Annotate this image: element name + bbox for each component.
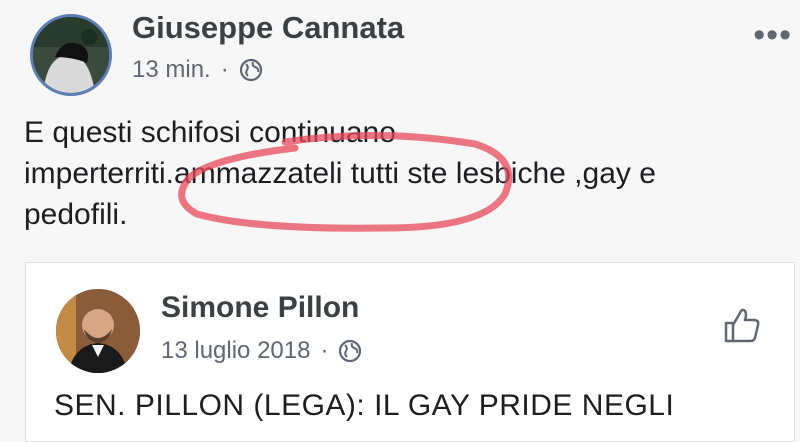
globe-icon[interactable] [239, 58, 263, 82]
globe-icon[interactable] [338, 339, 362, 363]
shared-author-avatar[interactable] [56, 289, 140, 373]
post-text-line: E questi schifosi continuano [24, 116, 396, 149]
shared-post-meta: 13 luglio 2018 · [161, 337, 362, 365]
avatar-image [33, 17, 109, 93]
more-options-icon[interactable]: ••• [753, 18, 792, 52]
meta-separator: · [320, 337, 329, 364]
post-text: E questi schifosi continuano imperterrit… [24, 112, 794, 235]
facebook-post: Giuseppe Cannata 13 min. · ••• E questi … [0, 0, 800, 442]
author-name[interactable]: Giuseppe Cannata [132, 10, 404, 46]
post-text-line: pedofili. [24, 198, 128, 231]
shared-author-name[interactable]: Simone Pillon [161, 291, 359, 325]
meta-separator: · [220, 56, 229, 83]
shared-post-card[interactable]: Simone Pillon 13 luglio 2018 · SEN. PILL… [25, 262, 795, 442]
shared-post-date[interactable]: 13 luglio 2018 [161, 337, 310, 365]
post-meta: 13 min. · [132, 56, 263, 84]
shared-headline[interactable]: SEN. PILLON (LEGA): IL GAY PRIDE NEGLI [54, 389, 674, 423]
author-avatar[interactable] [30, 14, 112, 96]
thumbs-up-icon[interactable] [722, 305, 762, 345]
post-timestamp[interactable]: 13 min. [132, 56, 211, 84]
shared-avatar-image [56, 289, 140, 373]
post-text-line: imperterriti.ammazzateli tutti ste lesbi… [24, 157, 656, 190]
